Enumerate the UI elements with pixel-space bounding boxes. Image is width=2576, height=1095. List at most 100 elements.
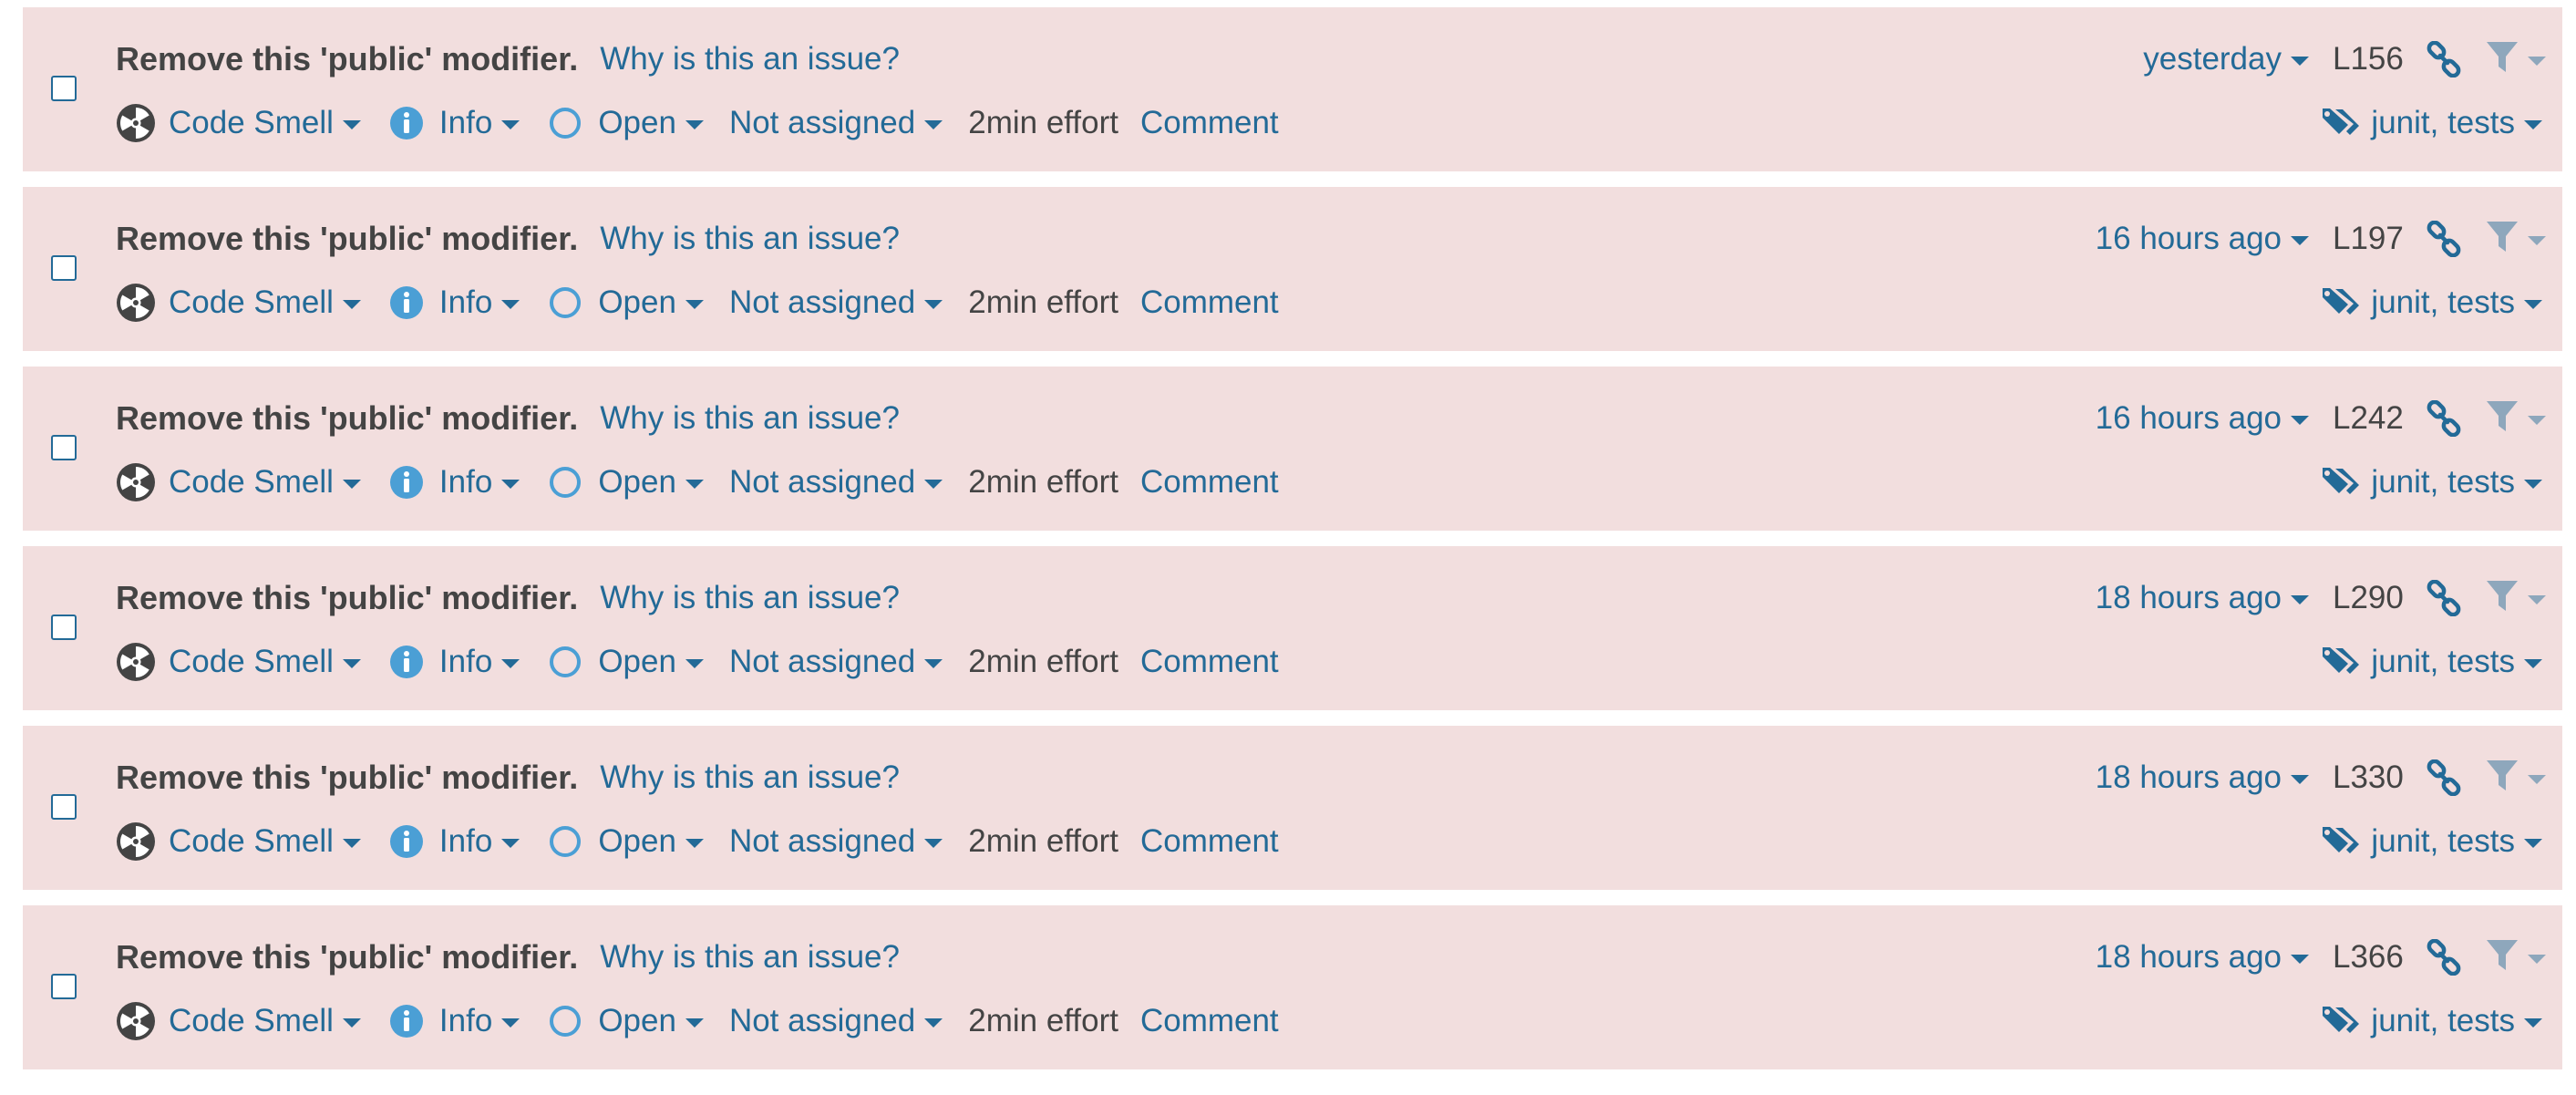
issue-location-row: 18 hours ago L366	[2096, 935, 2546, 979]
chevron-down-icon	[924, 300, 943, 309]
comment-link[interactable]: Comment	[1140, 464, 1279, 501]
issue-title-row: Remove this 'public' modifier. Why is th…	[116, 217, 900, 261]
link-icon[interactable]	[2424, 398, 2464, 439]
issue-message[interactable]: Remove this 'public' modifier.	[116, 938, 578, 976]
why-is-this-an-issue-link[interactable]: Why is this an issue?	[600, 400, 900, 437]
issue-type-dropdown[interactable]: Code Smell	[116, 821, 361, 862]
chevron-down-icon	[2528, 416, 2546, 425]
assignee-label: Not assigned	[728, 823, 916, 859]
chevron-down-icon	[685, 300, 704, 309]
status-dropdown[interactable]: Open	[545, 462, 704, 502]
severity-dropdown[interactable]: Info	[386, 283, 520, 323]
why-is-this-an-issue-link[interactable]: Why is this an issue?	[600, 580, 900, 616]
issue-type-label: Code Smell	[169, 1003, 334, 1038]
issue-message[interactable]: Remove this 'public' modifier.	[116, 399, 578, 438]
severity-dropdown[interactable]: Info	[386, 103, 520, 143]
link-icon[interactable]	[2424, 219, 2464, 259]
code-smell-icon	[116, 283, 156, 323]
issue-type-dropdown[interactable]: Code Smell	[116, 462, 361, 502]
info-icon	[386, 821, 427, 862]
issue-type-dropdown[interactable]: Code Smell	[116, 103, 361, 143]
tags-dropdown[interactable]: junit, tests	[2318, 103, 2542, 143]
assignee-dropdown[interactable]: Not assigned	[729, 105, 943, 141]
assignee-dropdown[interactable]: Not assigned	[729, 284, 943, 321]
issue-checkbox[interactable]	[51, 794, 77, 820]
severity-dropdown[interactable]: Info	[386, 1001, 520, 1041]
creation-date-dropdown[interactable]: 16 hours ago	[2096, 221, 2309, 257]
severity-dropdown[interactable]: Info	[386, 642, 520, 682]
assignee-dropdown[interactable]: Not assigned	[729, 1003, 943, 1039]
creation-date-dropdown[interactable]: yesterday	[2143, 41, 2309, 77]
filter-dropdown[interactable]	[2486, 938, 2546, 977]
assignee-dropdown[interactable]: Not assigned	[729, 823, 943, 860]
issue-tags-row: junit, tests	[2318, 281, 2542, 325]
tags-label: junit, tests	[2371, 464, 2515, 500]
severity-label: Info	[438, 105, 493, 140]
status-dropdown[interactable]: Open	[545, 642, 704, 682]
tags-dropdown[interactable]: junit, tests	[2318, 642, 2542, 682]
link-icon[interactable]	[2424, 937, 2464, 977]
comment-link[interactable]: Comment	[1140, 823, 1279, 860]
assignee-dropdown[interactable]: Not assigned	[729, 464, 943, 501]
link-icon[interactable]	[2424, 39, 2464, 79]
issue-checkbox[interactable]	[51, 974, 77, 999]
issue-checkbox[interactable]	[51, 255, 77, 281]
filter-dropdown[interactable]	[2486, 759, 2546, 798]
issue-title-row: Remove this 'public' modifier. Why is th…	[116, 756, 900, 800]
open-status-icon	[545, 283, 585, 323]
info-icon	[386, 283, 427, 323]
status-dropdown[interactable]: Open	[545, 103, 704, 143]
assignee-dropdown[interactable]: Not assigned	[729, 644, 943, 680]
comment-link[interactable]: Comment	[1140, 1003, 1279, 1039]
chevron-down-icon	[685, 120, 704, 129]
issue-checkbox[interactable]	[51, 435, 77, 460]
filter-dropdown[interactable]	[2486, 40, 2546, 79]
tag-icon	[2318, 1001, 2362, 1041]
filter-dropdown[interactable]	[2486, 399, 2546, 439]
issue-message[interactable]: Remove this 'public' modifier.	[116, 759, 578, 797]
issue-location-row: yesterday L156	[2143, 37, 2546, 81]
why-is-this-an-issue-link[interactable]: Why is this an issue?	[600, 939, 900, 976]
creation-date-dropdown[interactable]: 18 hours ago	[2096, 759, 2309, 796]
comment-link[interactable]: Comment	[1140, 284, 1279, 321]
severity-label: Info	[438, 284, 493, 320]
tags-dropdown[interactable]: junit, tests	[2318, 1001, 2542, 1041]
issue-type-dropdown[interactable]: Code Smell	[116, 642, 361, 682]
status-dropdown[interactable]: Open	[545, 821, 704, 862]
chevron-down-icon	[501, 659, 520, 668]
issue-message[interactable]: Remove this 'public' modifier.	[116, 579, 578, 617]
issue-message[interactable]: Remove this 'public' modifier.	[116, 220, 578, 258]
status-dropdown[interactable]: Open	[545, 1001, 704, 1041]
creation-date-dropdown[interactable]: 18 hours ago	[2096, 939, 2309, 976]
tags-dropdown[interactable]: junit, tests	[2318, 283, 2542, 323]
issue-message[interactable]: Remove this 'public' modifier.	[116, 40, 578, 78]
issue-type-dropdown[interactable]: Code Smell	[116, 283, 361, 323]
issue-type-dropdown[interactable]: Code Smell	[116, 1001, 361, 1041]
creation-date-label: 18 hours ago	[2095, 759, 2282, 795]
status-dropdown[interactable]: Open	[545, 283, 704, 323]
creation-date-dropdown[interactable]: 18 hours ago	[2096, 580, 2309, 616]
why-is-this-an-issue-link[interactable]: Why is this an issue?	[600, 759, 900, 796]
severity-dropdown[interactable]: Info	[386, 821, 520, 862]
chevron-down-icon	[342, 1018, 361, 1028]
link-icon[interactable]	[2424, 758, 2464, 798]
severity-label: Info	[438, 464, 493, 500]
comment-link[interactable]: Comment	[1140, 644, 1279, 680]
link-icon[interactable]	[2424, 578, 2464, 618]
chevron-down-icon	[685, 1018, 704, 1028]
tags-dropdown[interactable]: junit, tests	[2318, 462, 2542, 502]
filter-dropdown[interactable]	[2486, 220, 2546, 259]
why-is-this-an-issue-link[interactable]: Why is this an issue?	[600, 221, 900, 257]
issue-tags-row: junit, tests	[2318, 640, 2542, 684]
issue-tags-row: junit, tests	[2318, 999, 2542, 1043]
filter-dropdown[interactable]	[2486, 579, 2546, 618]
why-is-this-an-issue-link[interactable]: Why is this an issue?	[600, 41, 900, 77]
tags-dropdown[interactable]: junit, tests	[2318, 821, 2542, 862]
comment-link[interactable]: Comment	[1140, 105, 1279, 141]
tag-icon	[2318, 642, 2362, 682]
chevron-down-icon	[501, 1018, 520, 1028]
severity-dropdown[interactable]: Info	[386, 462, 520, 502]
issue-checkbox[interactable]	[51, 76, 77, 101]
issue-checkbox[interactable]	[51, 615, 77, 640]
creation-date-dropdown[interactable]: 16 hours ago	[2096, 400, 2309, 437]
